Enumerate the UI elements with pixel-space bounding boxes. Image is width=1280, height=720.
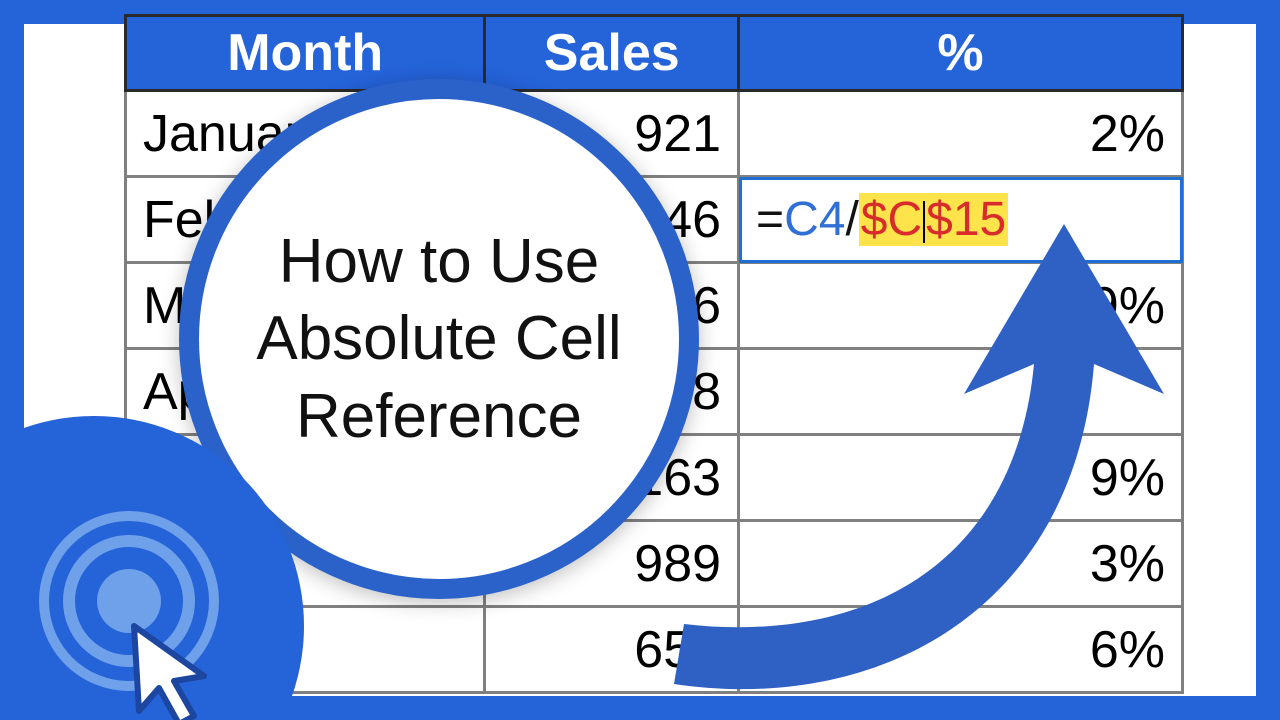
formula-edit-cell[interactable]: =C4/$C$15 bbox=[739, 177, 1183, 263]
cell-percent[interactable]: 2% bbox=[739, 91, 1183, 177]
formula-relative-ref: C4 bbox=[784, 193, 845, 246]
target-cursor-icon bbox=[34, 506, 254, 720]
text-caret bbox=[923, 201, 925, 243]
cell-percent[interactable] bbox=[739, 349, 1183, 435]
cell-sales[interactable]: 653 bbox=[485, 607, 739, 693]
formula-equals: = bbox=[756, 193, 784, 246]
formula-divide: / bbox=[845, 193, 858, 246]
thumbnail-title: How to Use Absolute Cell Reference bbox=[199, 223, 679, 456]
header-sales: Sales bbox=[485, 16, 739, 91]
thumbnail-frame: Month Sales % January 921 2% February 94… bbox=[0, 0, 1280, 720]
cell-percent[interactable]: 9% bbox=[739, 435, 1183, 521]
cell-percent[interactable]: 3% bbox=[739, 521, 1183, 607]
cell-percent[interactable]: 6% bbox=[739, 607, 1183, 693]
header-percent: % bbox=[739, 16, 1183, 91]
formula-absolute-ref: $C$15 bbox=[859, 193, 1008, 246]
cell-percent[interactable]: 9% bbox=[739, 263, 1183, 349]
